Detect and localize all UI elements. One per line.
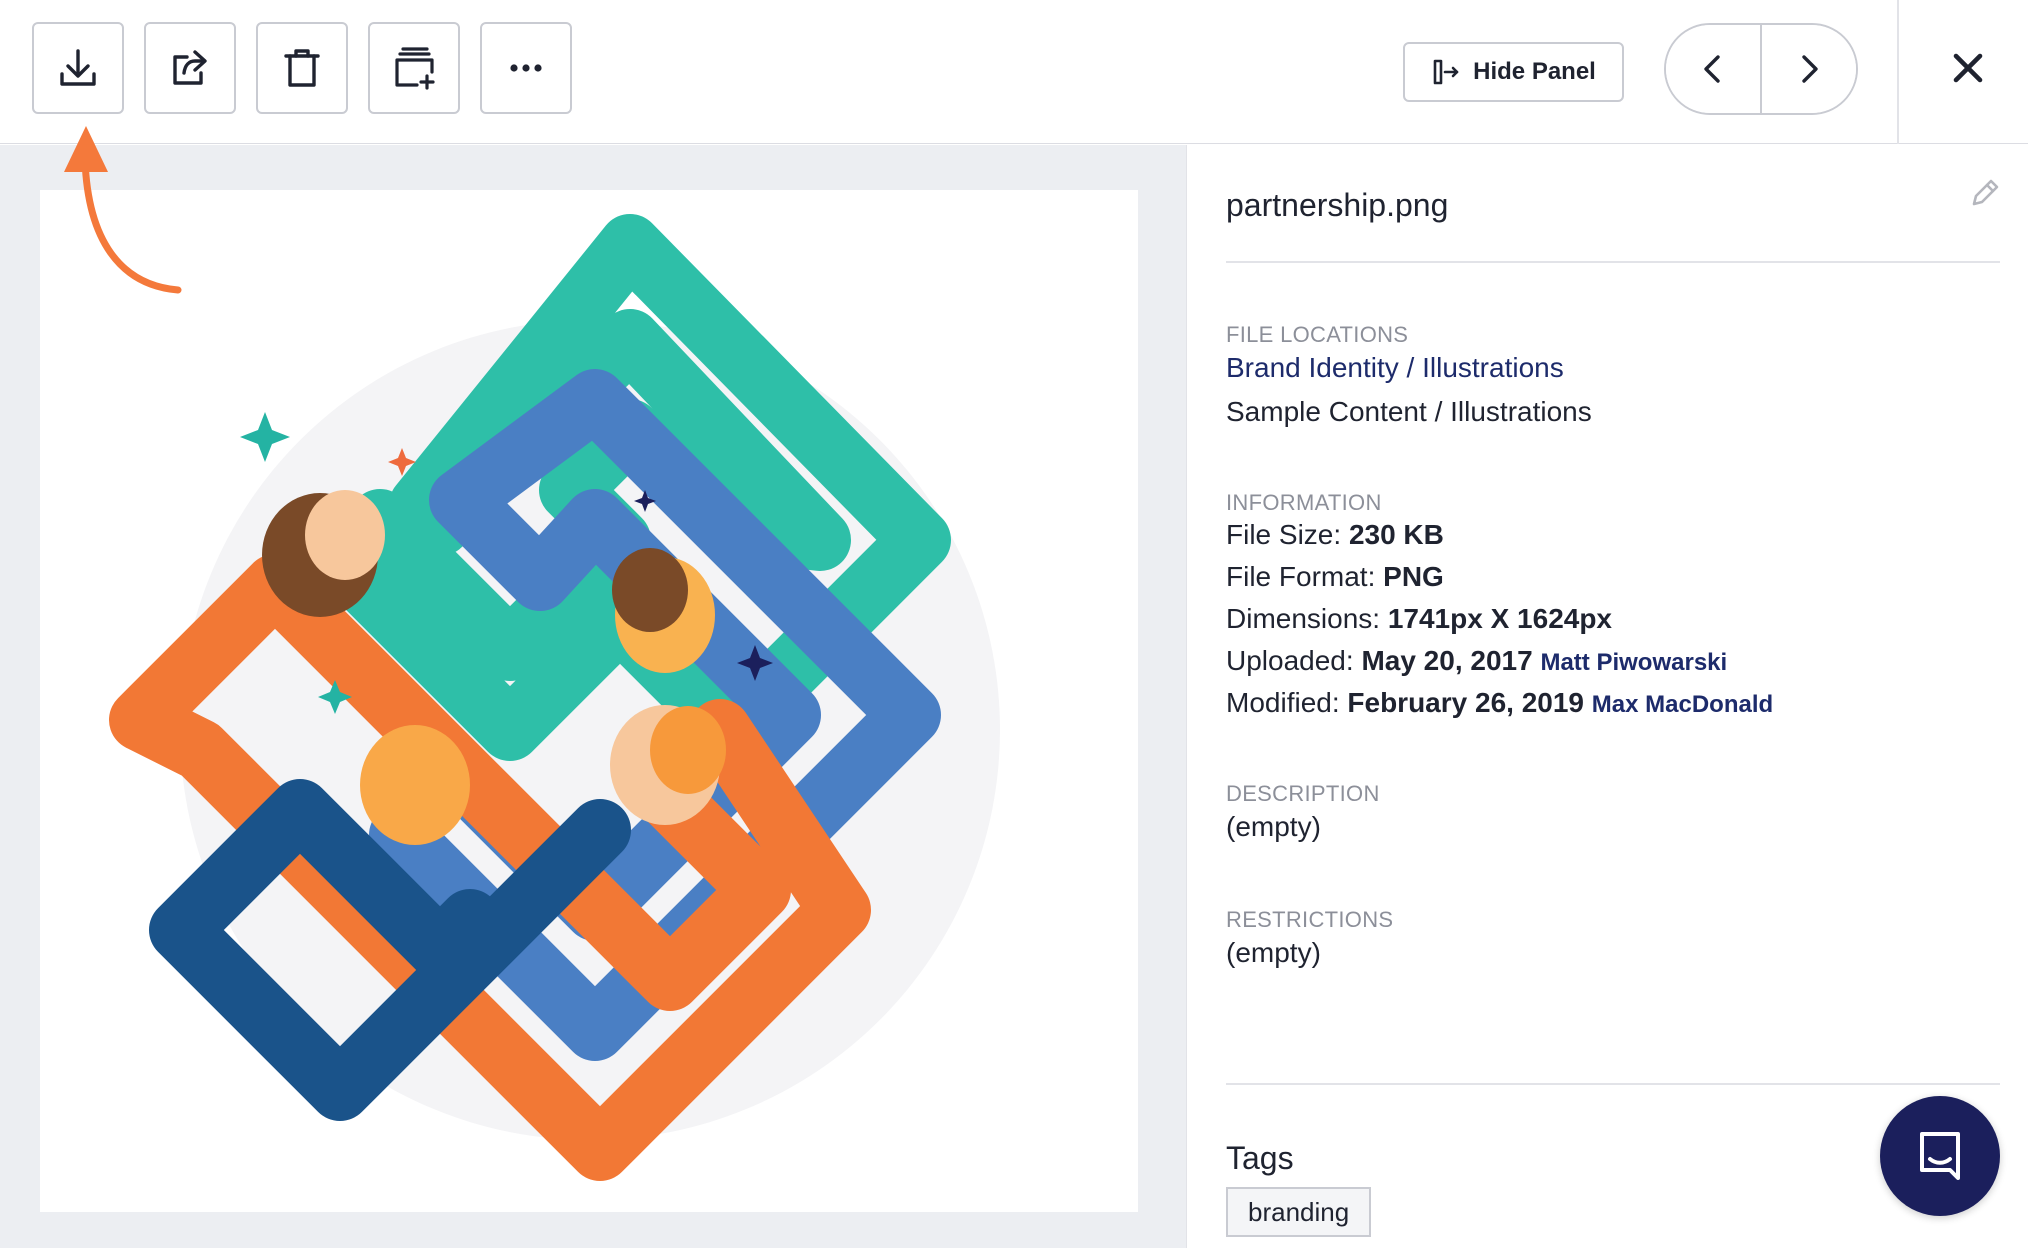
file-size-row: File Size: 230 KB: [1226, 519, 1444, 551]
download-button[interactable]: [32, 22, 124, 114]
close-button[interactable]: [1938, 38, 1998, 98]
chevron-left-icon: [1704, 55, 1720, 83]
description-value: (empty): [1226, 811, 1321, 842]
dimensions-row: Dimensions: 1741px X 1624px: [1226, 603, 1612, 635]
toolbar: Hide Panel: [0, 0, 2028, 144]
add-to-collection-button[interactable]: [368, 22, 460, 114]
next-button[interactable]: [1760, 25, 1856, 113]
dimensions-label: Dimensions:: [1226, 603, 1381, 634]
more-icon: [510, 64, 542, 72]
modified-label: Modified:: [1226, 687, 1340, 718]
add-to-collection-icon: [395, 47, 435, 90]
delete-button[interactable]: [256, 22, 348, 114]
modified-row: Modified: February 26, 2019 Max MacDonal…: [1226, 687, 1773, 719]
file-name: partnership.png: [1226, 187, 1449, 223]
file-location-item: Sample Content / Illustrations: [1226, 396, 1592, 427]
details-panel: partnership.png FILE LOCATIONS Brand Ide…: [1186, 145, 2028, 1248]
share-button[interactable]: [144, 22, 236, 114]
hide-panel-label: Hide Panel: [1473, 58, 1596, 85]
uploaded-date: May 20, 2017: [1361, 645, 1533, 676]
chat-icon: [1920, 1132, 1960, 1180]
toolbar-divider: [1897, 0, 1899, 144]
download-icon: [60, 49, 96, 86]
file-size-value: 230 KB: [1348, 519, 1444, 550]
trash-icon: [284, 49, 320, 87]
close-icon: [1953, 53, 1983, 83]
file-size-label: File Size:: [1226, 519, 1342, 550]
uploaded-row: Uploaded: May 20, 2017 Matt Piwowarski: [1226, 645, 1727, 677]
file-location-link[interactable]: Brand Identity / Illustrations: [1226, 352, 1564, 384]
uploaded-by-link[interactable]: Matt Piwowarski: [1540, 649, 1727, 676]
restrictions-value: (empty): [1226, 937, 1321, 968]
share-icon: [173, 50, 207, 85]
tags-heading: Tags: [1226, 1140, 1294, 1176]
tag-chip[interactable]: branding: [1226, 1187, 1372, 1237]
pencil-icon[interactable]: [1967, 175, 2003, 211]
preview-area: [0, 145, 1186, 1248]
file-format-value: PNG: [1383, 561, 1444, 592]
prev-next-nav: [1664, 23, 1858, 115]
information-label: INFORMATION: [1226, 490, 1382, 515]
collapse-panel-icon: [1433, 59, 1459, 85]
more-options-button[interactable]: [480, 22, 572, 114]
preview-image[interactable]: [40, 190, 1138, 1212]
chevron-right-icon: [1802, 55, 1818, 83]
uploaded-label: Uploaded:: [1226, 645, 1354, 676]
divider: [1226, 261, 2000, 263]
modified-date: February 26, 2019: [1347, 687, 1584, 718]
file-locations-label: FILE LOCATIONS: [1226, 322, 1409, 347]
divider: [1226, 1083, 2000, 1085]
modified-by-link[interactable]: Max MacDonald: [1592, 691, 1773, 718]
partnership-illustration: [109, 214, 1000, 1181]
file-format-label: File Format:: [1226, 561, 1376, 592]
hide-panel-button[interactable]: Hide Panel: [1403, 42, 1624, 102]
file-format-row: File Format: PNG: [1226, 561, 1444, 593]
description-label: DESCRIPTION: [1226, 781, 1380, 806]
restrictions-label: RESTRICTIONS: [1226, 907, 1394, 932]
dimensions-value: 1741px X 1624px: [1387, 603, 1613, 634]
previous-button[interactable]: [1666, 25, 1760, 113]
chat-launcher-button[interactable]: [1880, 1096, 2000, 1216]
